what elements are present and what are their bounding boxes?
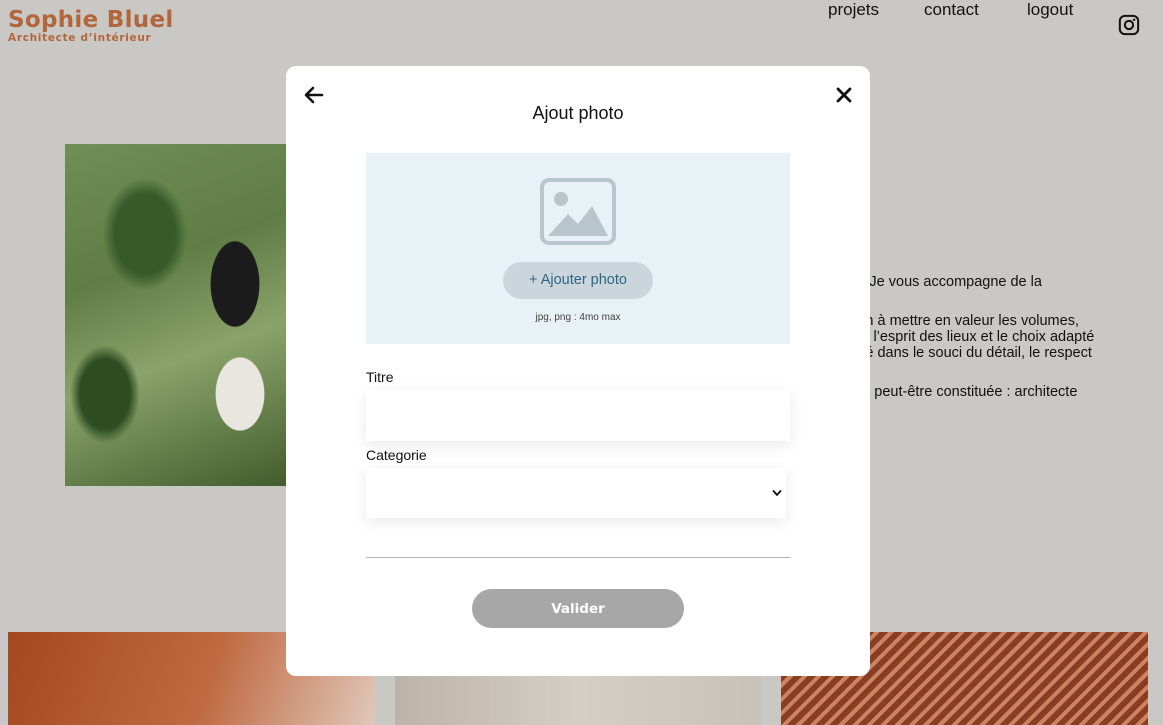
title-label: Titre — [366, 369, 394, 385]
nav-logout[interactable]: logout — [1027, 0, 1073, 20]
logo-title: Sophie Bluel — [8, 7, 174, 33]
chevron-down-icon — [772, 490, 782, 496]
modal-title: Ajout photo — [532, 103, 624, 123]
logo[interactable]: Sophie Bluel Architecte d’intérieur — [8, 6, 174, 44]
nav-projets[interactable]: projets — [828, 0, 879, 20]
instagram-icon[interactable] — [1118, 14, 1140, 36]
about-text-line: ssuré dans le souci du détail, le respec… — [838, 345, 1092, 361]
nav-contact[interactable]: contact — [924, 0, 979, 20]
divider — [366, 557, 790, 558]
title-input[interactable] — [366, 390, 790, 441]
photo-upload-zone[interactable]: + Ajouter photo jpg, png : 4mo max — [366, 153, 790, 344]
submit-button[interactable]: Valider — [472, 589, 684, 628]
image-placeholder-icon — [540, 178, 616, 245]
about-text-line: ct de l’esprit des lieux et le choix ada… — [838, 329, 1095, 345]
logo-subtitle: Architecte d’intérieur — [8, 32, 152, 44]
arrow-left-icon[interactable] — [304, 86, 324, 104]
add-photo-modal: Ajout photo + Ajouter photo jpg, png : 4… — [286, 66, 870, 676]
add-photo-button[interactable]: + Ajouter photo — [503, 262, 653, 299]
category-select[interactable] — [366, 468, 786, 518]
close-icon[interactable] — [835, 86, 853, 104]
category-label: Categorie — [366, 447, 427, 463]
about-text-line: façon à mettre en valeur les volumes, — [838, 313, 1079, 329]
upload-hint: jpg, png : 4mo max — [535, 312, 621, 323]
about-text-line: naire peut-être constituée : architecte — [838, 384, 1078, 400]
profile-photo — [65, 144, 305, 486]
